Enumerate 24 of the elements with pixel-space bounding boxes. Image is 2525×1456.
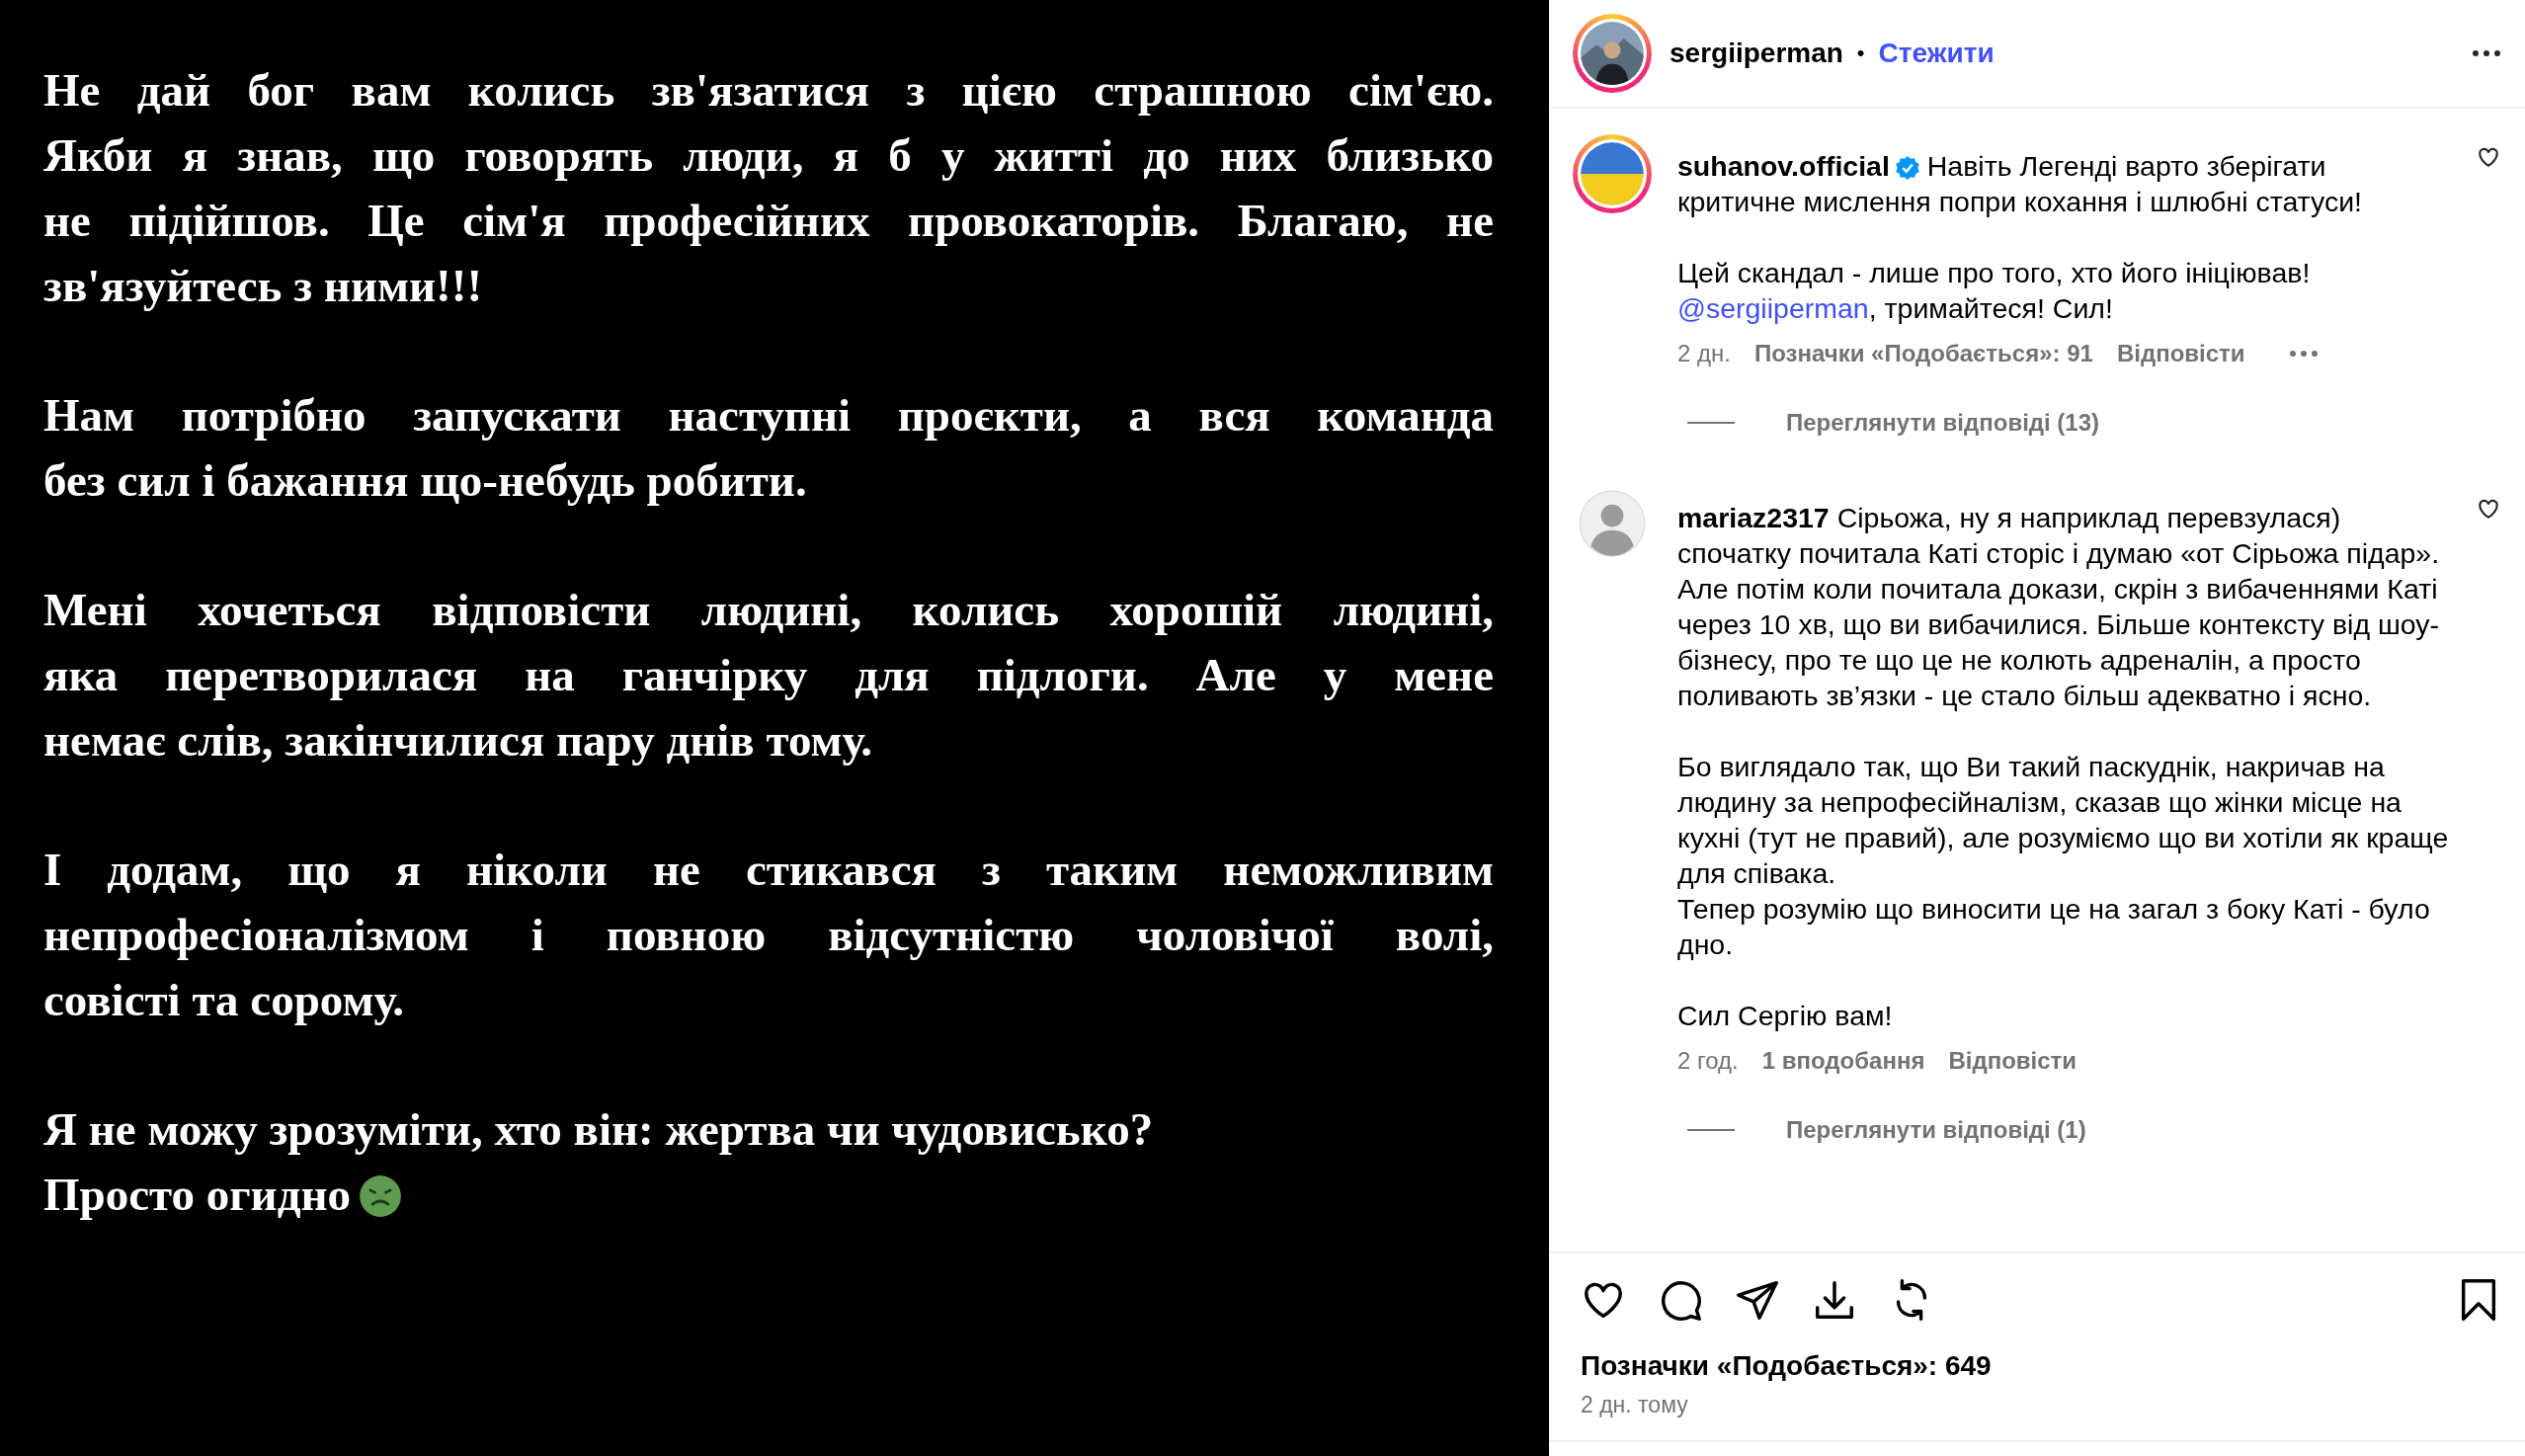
post-paragraph: Не дай бог вам колись зв'язатися з цією страшною сім'єю. Якби я знав, що говорять люди, я б у житті до них близько не підійшов. Це сім'я професійних провокаторів. Благаю, не зв'язуйтесь з ними!!! (43, 63, 1494, 313)
username[interactable]: sergiiperman (1670, 38, 1843, 69)
username[interactable]: mariaz2317 (1677, 502, 1830, 533)
post-paragraph: Нам потрібно запускати наступні проєкти, а вся команда без сил і бажання що-небудь робити. (43, 388, 1494, 508)
comment-time: 2 год. (1677, 1047, 1739, 1075)
mention-link[interactable]: @sergiiperman (1677, 292, 1869, 324)
comment-time: 2 дн. (1677, 340, 1731, 367)
post-paragraph: Мені хочеться відповісти людині, колись хорошій людині, яка перетворилася на ганчірку для підлоги. Але у мене немає слів, закінчилися пару днів тому. (43, 583, 1494, 768)
post-paragraph: Я не можу зрозуміти, хто він: жертва чи чудовисько? Просто огидно (43, 1102, 1155, 1222)
likes-count-link[interactable]: Позначки «Подобається»: 91 (1753, 340, 2093, 367)
username[interactable]: suhanov.official (1677, 150, 1890, 182)
likes-count-link[interactable]: 1 вподобання (1761, 1047, 1925, 1075)
post-date: 2 дн. тому (1581, 1392, 1689, 1418)
reply-link[interactable]: Відповісти (1948, 1047, 2077, 1075)
view-replies-link[interactable]: Переглянути відповіді (1) (1786, 1116, 2086, 1144)
reply-link[interactable]: Відповісти (2116, 340, 2245, 367)
post-paragraph: І додам, що я ніколи не стикався з таким неможливим непрофесіоналізмом і повною відсутністю чоловічої волі, совісті та сорому. (43, 843, 1494, 1027)
likes-count[interactable]: Позначки «Подобається»: 649 (1581, 1350, 2501, 1382)
view-replies-link[interactable]: Переглянути відповіді (13) (1786, 409, 2100, 437)
follow-button[interactable]: Стежити (1878, 38, 1995, 69)
comment-text: mariaz2317 Сірьожа, ну я наприклад перевзулася) спочатку почитала Каті сторіс і думаю «от Сірьожа підар». Але потім коли почитала докази, скрін з вибаченнями Каті через 10 хв, що ви вибачилися. Більше контексту від шоу-бізнесу, про те що це не колють адреналін, а просто поливають зв’язки - це стало більш адекватно і ясно. Бо виглядало так, що Ви такий паскуднік, накричав на людину за непрофесійналізм, сказав що жінки місце на кухні (тут не правий), але розуміємо що ви хотіли як краще для співака. Тепер розумію що виносити це на загал з боку Каті - було дно. Сил Сергію вам! (1677, 501, 2450, 1033)
more-icon[interactable] (2472, 49, 2501, 57)
comment-text: suhanov.official Навіть Легенді варто зберігати критичне мислення попри кохання і шлюбні статуси! Цей скандал - лише про того, хто його ініціював! @sergiiperman, тримайтеся! Сил! (1677, 149, 2363, 326)
separator-dot: • (1856, 40, 1865, 66)
